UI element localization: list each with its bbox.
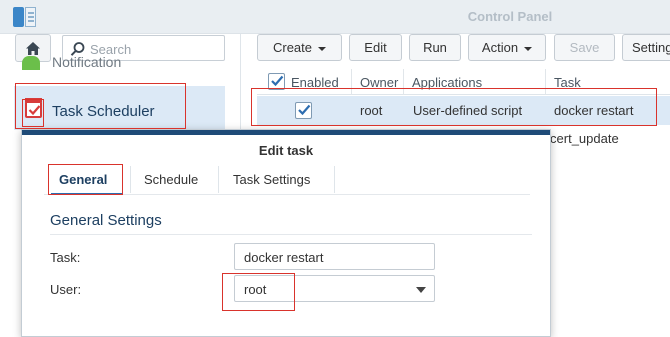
action-button[interactable]: Action [468,34,546,61]
task-name-input[interactable]: docker restart [234,243,435,270]
window-titlebar: Control Panel [0,0,670,34]
section-title: General Settings [50,212,162,229]
run-button-label: Run [423,40,447,55]
annotation-highlight-tab [48,164,123,195]
save-button-label: Save [569,40,600,55]
chevron-down-icon [318,46,327,51]
action-button-label: Action [481,40,519,55]
sidebar-item-notification[interactable]: Notification [22,54,222,70]
checkmark-icon [271,75,284,87]
settings-button[interactable]: Settings [622,34,670,61]
tab-task-settings[interactable]: Task Settings [233,172,310,187]
task-label: Task: [50,250,81,265]
sidebar-item-label: Notification [52,54,122,70]
annotation-highlight-icon [22,99,44,127]
tab-separator [130,166,131,193]
task-name-value: docker restart [244,250,324,265]
chevron-down-icon [416,287,426,293]
dialog-header-bar [22,130,550,135]
annotation-highlight-user [222,273,295,311]
edit-button[interactable]: Edit [349,34,402,61]
annotation-highlight-row [251,88,657,126]
save-button[interactable]: Save [554,34,615,61]
tab-separator [218,166,219,193]
tab-schedule[interactable]: Schedule [144,172,198,187]
section-divider [50,234,532,235]
window-title: Control Panel [467,9,553,24]
edit-button-label: Edit [364,40,387,55]
dialog-title: Edit task [258,143,314,158]
user-label: User: [50,282,82,297]
create-button[interactable]: Create [257,34,342,61]
settings-button-label: Settings [632,40,670,55]
run-button[interactable]: Run [409,34,461,61]
chevron-down-icon [524,46,533,51]
create-button-label: Create [272,40,313,55]
notification-icon [22,56,40,70]
tab-separator [334,166,335,193]
